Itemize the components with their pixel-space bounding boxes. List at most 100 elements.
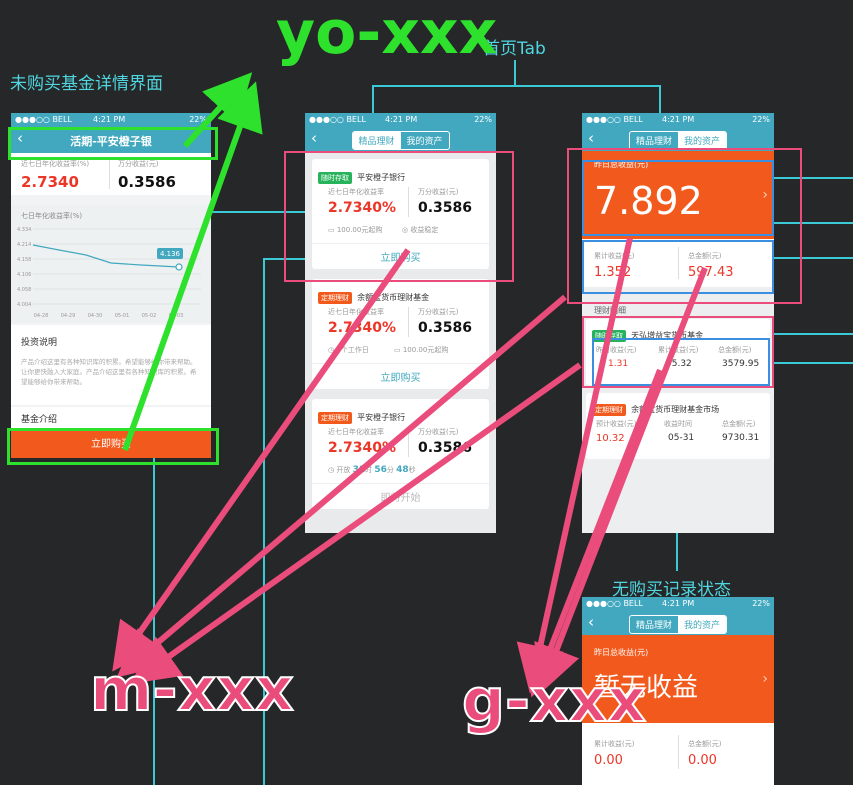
card-header: 定期理财 平安橙子银行 bbox=[318, 405, 405, 424]
total-value: 0.00 bbox=[688, 753, 717, 768]
tab-my-assets[interactable]: 我的资产 bbox=[678, 132, 727, 149]
back-icon[interactable]: ‹ bbox=[588, 614, 594, 630]
y-tick: 4.214 bbox=[17, 242, 31, 248]
label-g-xxx: g-xxx bbox=[461, 665, 647, 737]
countdown: ◷ 开放 31时 56分 48秒 bbox=[328, 465, 416, 475]
y-tick: 4.334 bbox=[17, 227, 31, 233]
min-purchase: ▭ 100.00元起购 bbox=[394, 346, 449, 354]
chevron-right-icon[interactable]: › bbox=[762, 671, 768, 687]
col3-value: 9730.31 bbox=[722, 433, 760, 443]
time: 4:21 PM bbox=[385, 115, 418, 124]
yesterday-label: 昨日总收益(元) bbox=[594, 648, 649, 657]
highlight-yesterday bbox=[582, 160, 774, 236]
wan-label: 万分收益(元) bbox=[418, 308, 459, 316]
invest-title: 投资说明 bbox=[21, 338, 58, 348]
yield-chart: 4.334 4.214 4.158 4.106 4.058 4.004 4.136 04-… bbox=[17, 227, 201, 319]
y-tick: 4.106 bbox=[17, 272, 31, 278]
tab-my-assets[interactable]: 我的资产 bbox=[401, 132, 449, 149]
carrier: ●●●○○ BELL bbox=[586, 599, 643, 608]
status-bar: ●●●○○ BELL 4:21 PM 22% bbox=[305, 113, 496, 127]
x-tick: 04-30 bbox=[88, 313, 103, 319]
nav-bar: ‹ 精品理财 我的资产 bbox=[582, 611, 774, 635]
highlight-summary bbox=[582, 240, 774, 294]
tab-products[interactable]: 精品理财 bbox=[352, 132, 401, 149]
tab-products[interactable]: 精品理财 bbox=[630, 616, 678, 633]
connector bbox=[372, 85, 660, 87]
wan-label: 万分收益(元) bbox=[118, 160, 159, 168]
product-name: 余额宝货币理财基金 bbox=[357, 293, 430, 302]
carrier: ●●●○○ BELL bbox=[15, 115, 72, 124]
col2-label: 收益时间 bbox=[664, 420, 692, 428]
status-bar: ●●●○○ BELL 4:21 PM 22% bbox=[582, 113, 774, 127]
rate-value: 2.7340 bbox=[21, 173, 79, 191]
time: 4:21 PM bbox=[93, 115, 126, 124]
battery: 22% bbox=[189, 115, 207, 124]
label-m-xxx: m-xxx bbox=[89, 654, 295, 726]
chart-panel: 七日年化收益率(%) 4.334 4.214 4.158 4.106 4.058 4.00… bbox=[11, 205, 211, 323]
status-bar: ●●●○○ BELL 4:21 PM 22% bbox=[582, 597, 774, 611]
highlight-holding-values bbox=[592, 338, 770, 386]
product-name: 平安橙子银行 bbox=[357, 413, 406, 422]
invest-section: 投资说明 产品介绍这里有各种知识库的积累。希望能够给你带来帮助。让你更快融入大家… bbox=[11, 325, 211, 405]
back-icon[interactable]: ‹ bbox=[311, 130, 317, 146]
screen-fund-detail: ●●●○○ BELL 4:21 PM 22% ‹ 活期-平安橙子银 近七日年化收… bbox=[11, 113, 211, 458]
rate-value: 2.7340% bbox=[328, 440, 397, 456]
col1-label: 预计收益(元) bbox=[596, 420, 637, 428]
tag-fixed: 定期理财 bbox=[318, 292, 352, 304]
label-yo-xxx: yo-xxx bbox=[276, 0, 498, 68]
x-tick: 04-29 bbox=[61, 313, 76, 319]
battery: 22% bbox=[752, 115, 770, 124]
connector bbox=[153, 458, 155, 785]
battery: 22% bbox=[752, 599, 770, 608]
status-bar: ●●●○○ BELL 4:21 PM 22% bbox=[11, 113, 211, 127]
highlight-card bbox=[284, 151, 514, 282]
connector bbox=[514, 60, 516, 85]
col1-value: 10.32 bbox=[596, 433, 625, 444]
wan-value: 0.3586 bbox=[418, 440, 473, 456]
wan-value: 0.3586 bbox=[118, 173, 176, 191]
x-tick: 04-28 bbox=[34, 313, 49, 319]
back-icon[interactable]: ‹ bbox=[588, 130, 594, 146]
rate-value: 2.7340% bbox=[328, 320, 397, 336]
cum-value: 0.00 bbox=[594, 753, 623, 768]
card-header: 定期理财 余额宝货币理财基金 bbox=[318, 285, 429, 304]
y-tick: 4.158 bbox=[17, 257, 31, 263]
connector bbox=[676, 533, 678, 571]
rate-label: 近七日年化收益率 bbox=[328, 428, 384, 436]
y-tick: 4.058 bbox=[17, 287, 31, 293]
nav-bar: ‹ 精品理财 我的资产 bbox=[305, 127, 496, 151]
point-label: 4.136 bbox=[160, 250, 181, 258]
cum-label: 累计收益(元) bbox=[594, 740, 635, 748]
tab-my-assets[interactable]: 我的资产 bbox=[678, 616, 727, 633]
label-unpurchased-detail: 未购买基金详情界面 bbox=[10, 74, 163, 94]
product-name: 余额宝货币理财基金市场 bbox=[631, 405, 720, 414]
tag-fixed: 定期理财 bbox=[592, 404, 626, 416]
card-header: 定期理财 余额宝货币理财基金市场 bbox=[592, 397, 719, 416]
connector bbox=[372, 85, 374, 115]
buy-link[interactable]: 立即购买 bbox=[312, 369, 489, 384]
col2-value: 05-31 bbox=[668, 433, 695, 443]
product-card[interactable]: 定期理财 余额宝货币理财基金 近七日年化收益率 2.7340% 万分收益(元) … bbox=[312, 279, 489, 389]
y-tick: 4.004 bbox=[17, 302, 31, 308]
carrier: ●●●○○ BELL bbox=[586, 115, 643, 124]
holding-item[interactable]: 定期理财 余额宝货币理财基金市场 预计收益(元) 10.32 收益时间 05-3… bbox=[586, 393, 770, 459]
product-card[interactable]: 定期理财 平安橙子银行 近七日年化收益率 2.7340% 万分收益(元) 0.3… bbox=[312, 399, 489, 509]
x-tick: 05-01 bbox=[115, 313, 130, 319]
time: 4:21 PM bbox=[662, 599, 695, 608]
segment-control: 精品理财 我的资产 bbox=[351, 131, 450, 150]
highlight-nav bbox=[8, 127, 218, 160]
rate-label: 近七日年化收益率(%) bbox=[21, 160, 90, 168]
coming-soon: 即将开始 bbox=[380, 493, 421, 504]
work-days: ◷ 6个工作日 bbox=[328, 346, 369, 354]
col3-label: 总金额(元) bbox=[722, 420, 756, 428]
x-tick: 05-02 bbox=[142, 313, 157, 319]
battery: 22% bbox=[474, 115, 492, 124]
total-label: 总金额(元) bbox=[688, 740, 722, 748]
tab-products[interactable]: 精品理财 bbox=[630, 132, 678, 149]
tag-fixed: 定期理财 bbox=[318, 412, 352, 424]
carrier: ●●●○○ BELL bbox=[309, 115, 366, 124]
connector bbox=[770, 362, 853, 364]
x-tick: 05-03 bbox=[169, 313, 184, 319]
invest-text: 产品介绍这里有各种知识库的积累。希望能够给你带来帮助。让你更快融入大家庭。产品介… bbox=[21, 358, 197, 386]
fund-intro: 基金介绍 bbox=[21, 415, 58, 425]
